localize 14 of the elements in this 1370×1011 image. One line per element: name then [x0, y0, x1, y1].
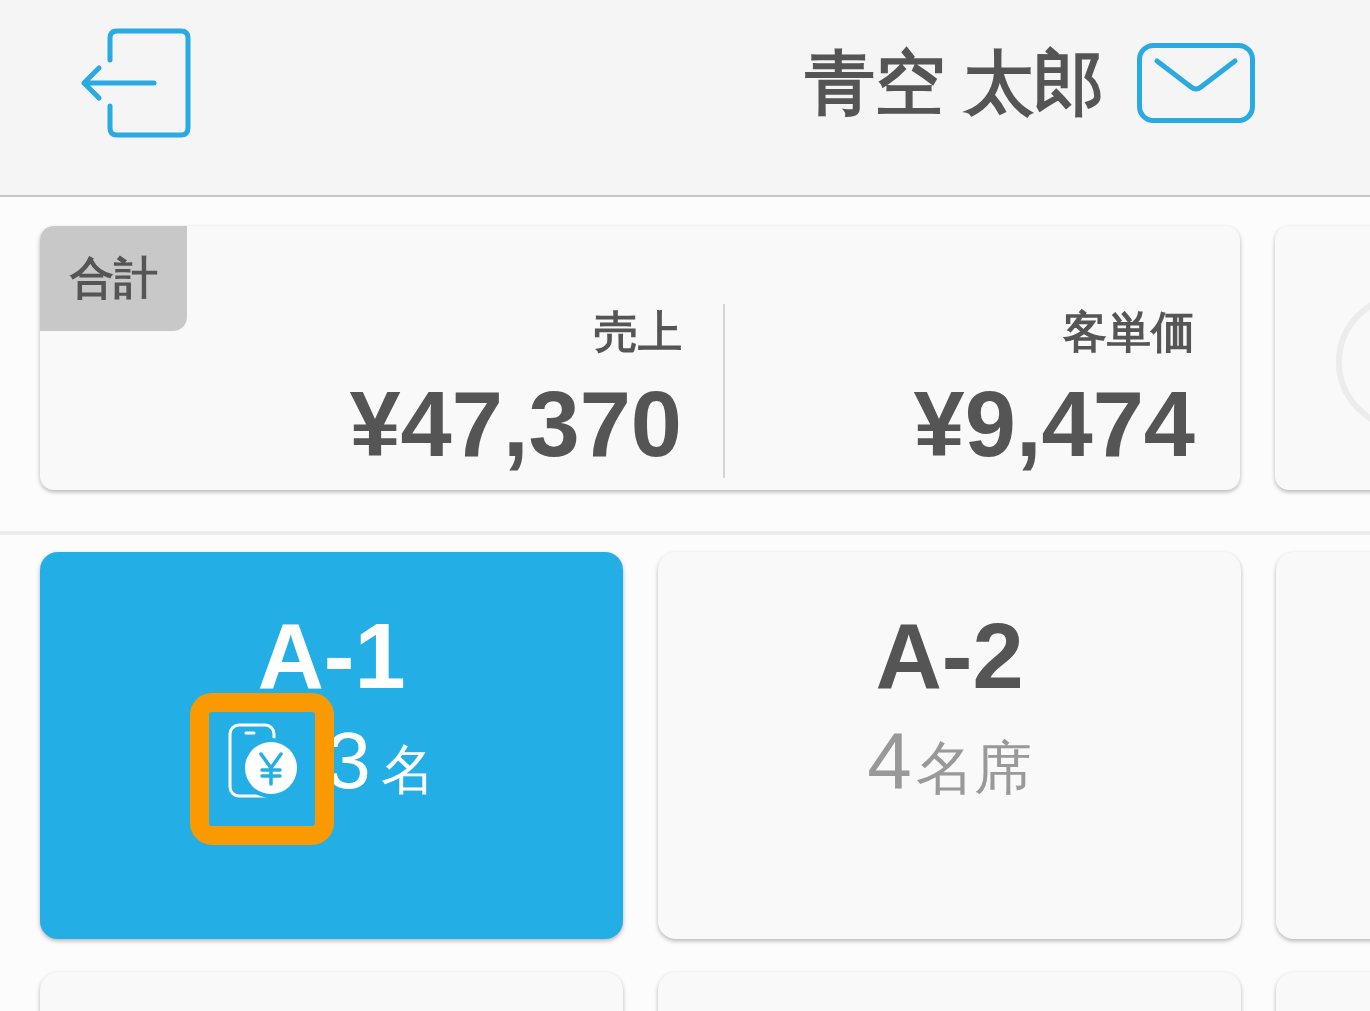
- logout-icon: [80, 27, 192, 138]
- metric-label: 売上: [594, 310, 682, 354]
- metric-label: 客単価: [1063, 310, 1195, 354]
- table-name: A-2: [875, 610, 1024, 702]
- mail-button[interactable]: [1137, 42, 1255, 123]
- user-name: 青空 太郎: [804, 47, 1104, 118]
- logout-button[interactable]: [80, 27, 192, 138]
- mail-icon: [1137, 42, 1255, 123]
- table-tile[interactable]: A-2 4名席: [658, 552, 1241, 939]
- metric-value: ¥47,370: [349, 378, 682, 470]
- metric-value: ¥9,474: [913, 378, 1195, 470]
- total-tag: 合計: [40, 226, 187, 331]
- seat-count: 4名席: [867, 721, 1032, 801]
- table-name: A-1: [257, 610, 406, 702]
